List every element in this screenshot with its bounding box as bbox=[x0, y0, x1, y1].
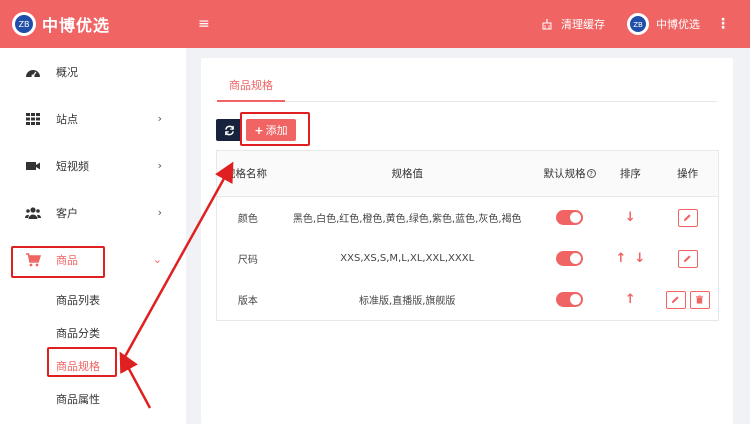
pencil-icon bbox=[684, 255, 691, 263]
sort-up-icon[interactable]: ↑ bbox=[625, 292, 636, 307]
pencil-icon bbox=[684, 214, 691, 222]
sort-down-icon[interactable]: ↓ bbox=[625, 210, 636, 225]
cart-icon bbox=[24, 252, 42, 267]
header-default-spec-label: 默认规格 bbox=[543, 168, 586, 180]
brand[interactable]: ZB 中博优选 bbox=[0, 0, 186, 48]
help-icon[interactable]: ? bbox=[586, 169, 596, 178]
clear-cache-button[interactable]: 清理缓存 bbox=[541, 16, 605, 32]
sort-cell: ↑ ↓ bbox=[603, 251, 657, 266]
tab-product-spec[interactable]: 商品规格 bbox=[217, 72, 285, 102]
add-button-label: 添加 bbox=[265, 124, 288, 137]
refresh-button[interactable] bbox=[216, 119, 242, 141]
sidebar-item-label: 商品 bbox=[56, 253, 78, 267]
trash-icon bbox=[696, 295, 704, 304]
spec-name-cell: 尺码 bbox=[237, 255, 258, 266]
video-icon bbox=[24, 159, 42, 173]
sidebar-item-sites[interactable]: 站点 › bbox=[0, 95, 186, 142]
actions-cell bbox=[657, 290, 718, 309]
table-header: 规格名称 规格值 默认规格? 排序 操作 bbox=[217, 151, 718, 197]
content-panel: 商品规格 + 添加 规格名称 规格值 默认规格? 排序 操作 颜色 黑色,白色,… bbox=[201, 58, 733, 424]
sidebar-item-overview[interactable]: 概况 bbox=[0, 48, 186, 95]
broom-icon bbox=[542, 19, 552, 30]
add-spec-button[interactable]: + 添加 bbox=[246, 119, 296, 141]
actions-cell bbox=[657, 208, 718, 227]
sidebar-subitem-product-attribute[interactable]: 商品属性 bbox=[0, 382, 186, 415]
user-menu[interactable]: ZB 中博优选 bbox=[627, 13, 700, 35]
menu-toggle-icon[interactable]: ≡ bbox=[198, 16, 210, 32]
sidebar-item-customers[interactable]: 客户 › bbox=[0, 189, 186, 236]
sort-down-icon[interactable]: ↓ bbox=[634, 251, 645, 266]
sidebar-subitem-product-category[interactable]: 商品分类 bbox=[0, 316, 186, 349]
logo-icon: ZB bbox=[12, 12, 36, 36]
refresh-icon bbox=[224, 125, 234, 135]
delete-button[interactable] bbox=[689, 290, 710, 309]
users-icon bbox=[24, 206, 42, 220]
header-default-spec: 默认规格? bbox=[536, 166, 604, 181]
sidebar-item-label: 客户 bbox=[56, 206, 78, 220]
actions-cell bbox=[657, 249, 718, 268]
table-row: 版本 标准版,直播版,旗舰版 ↑ bbox=[217, 279, 718, 320]
sort-cell: ↓ bbox=[603, 210, 657, 225]
dashboard-icon bbox=[24, 65, 42, 79]
avatar: ZB bbox=[627, 13, 649, 35]
topbar: ≡ 清理缓存 ZB 中博优选 ⋮ bbox=[186, 0, 750, 48]
default-spec-cell bbox=[536, 292, 604, 307]
spec-values-cell: 黑色,白色,红色,橙色,黄色,绿色,紫色,蓝色,灰色,褐色 bbox=[292, 214, 522, 225]
sidebar-subitem-product-spec[interactable]: 商品规格 bbox=[0, 349, 186, 382]
default-spec-toggle[interactable] bbox=[556, 251, 584, 266]
table-row: 颜色 黑色,白色,红色,橙色,黄色,绿色,紫色,蓝色,灰色,褐色 ↓ bbox=[217, 197, 718, 238]
header-sort: 排序 bbox=[619, 168, 641, 180]
sidebar-subitem-product-list[interactable]: 商品列表 bbox=[0, 283, 186, 316]
default-spec-toggle[interactable] bbox=[556, 292, 584, 307]
user-name: 中博优选 bbox=[656, 18, 700, 31]
svg-text:ZB: ZB bbox=[19, 20, 30, 29]
sidebar-item-label: 短视频 bbox=[56, 159, 89, 173]
pencil-icon bbox=[672, 296, 679, 304]
edit-button[interactable] bbox=[677, 208, 698, 227]
spec-values-cell: 标准版,直播版,旗舰版 bbox=[359, 296, 456, 307]
brand-name: 中博优选 bbox=[42, 16, 111, 35]
sidebar-item-products[interactable]: 商品 ⌄ bbox=[0, 236, 186, 283]
header-spec-name: 规格名称 bbox=[225, 168, 267, 180]
spec-name-cell: 版本 bbox=[237, 296, 258, 307]
sidebar-item-short-video[interactable]: 短视频 › bbox=[0, 142, 186, 189]
svg-text:ZB: ZB bbox=[633, 21, 643, 29]
default-spec-cell bbox=[536, 210, 604, 225]
more-options-icon[interactable]: ⋮ bbox=[716, 16, 730, 32]
chevron-right-icon: › bbox=[157, 159, 162, 172]
sidebar-item-label: 站点 bbox=[56, 112, 78, 126]
chevron-down-icon: ⌄ bbox=[152, 253, 162, 266]
clear-cache-label: 清理缓存 bbox=[561, 18, 605, 31]
grid-icon bbox=[24, 112, 42, 126]
sort-up-icon[interactable]: ↑ bbox=[615, 251, 626, 266]
sidebar: 概况 站点 › 短视频 › 客户 › 商品 ⌄ 商品列表 商品分类 商品规格 商… bbox=[0, 48, 186, 424]
chevron-right-icon: › bbox=[157, 206, 162, 219]
default-spec-cell bbox=[536, 251, 604, 266]
table-row: 尺码 XXS,XS,S,M,L,XL,XXL,XXXL ↑ ↓ bbox=[217, 238, 718, 279]
edit-button[interactable] bbox=[665, 290, 686, 309]
spec-name-cell: 颜色 bbox=[237, 214, 258, 225]
header-actions: 操作 bbox=[677, 168, 699, 180]
spec-table: 规格名称 规格值 默认规格? 排序 操作 颜色 黑色,白色,红色,橙色,黄色,绿… bbox=[216, 150, 719, 321]
chevron-right-icon: › bbox=[157, 112, 162, 125]
plus-icon: + bbox=[254, 123, 264, 137]
default-spec-toggle[interactable] bbox=[556, 210, 584, 225]
sidebar-item-label: 概况 bbox=[56, 65, 78, 79]
tab-bar: 商品规格 bbox=[217, 72, 717, 102]
header-spec-values: 规格值 bbox=[391, 168, 424, 180]
edit-button[interactable] bbox=[677, 249, 698, 268]
sort-cell: ↑ bbox=[603, 292, 657, 307]
spec-values-cell: XXS,XS,S,M,L,XL,XXL,XXXL bbox=[340, 253, 475, 264]
